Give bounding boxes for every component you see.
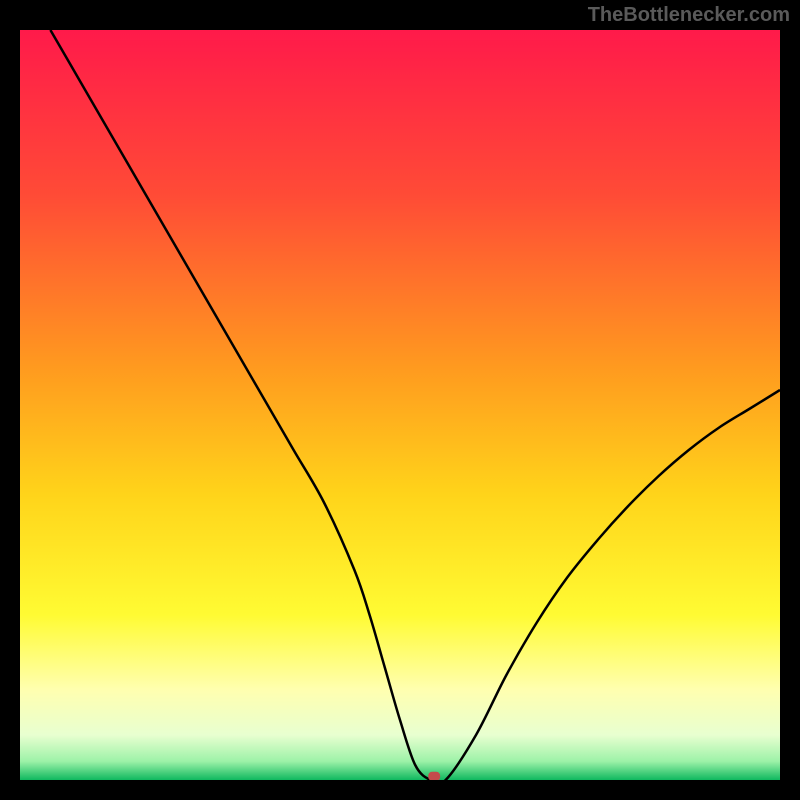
watermark: TheBottleneсker.com	[588, 4, 790, 27]
gradient-background	[20, 30, 780, 780]
bottleneck-chart	[20, 30, 780, 780]
chart-container: TheBottleneсker.com	[0, 0, 800, 800]
optimal-point-marker	[428, 772, 440, 780]
plot-area	[20, 30, 780, 780]
